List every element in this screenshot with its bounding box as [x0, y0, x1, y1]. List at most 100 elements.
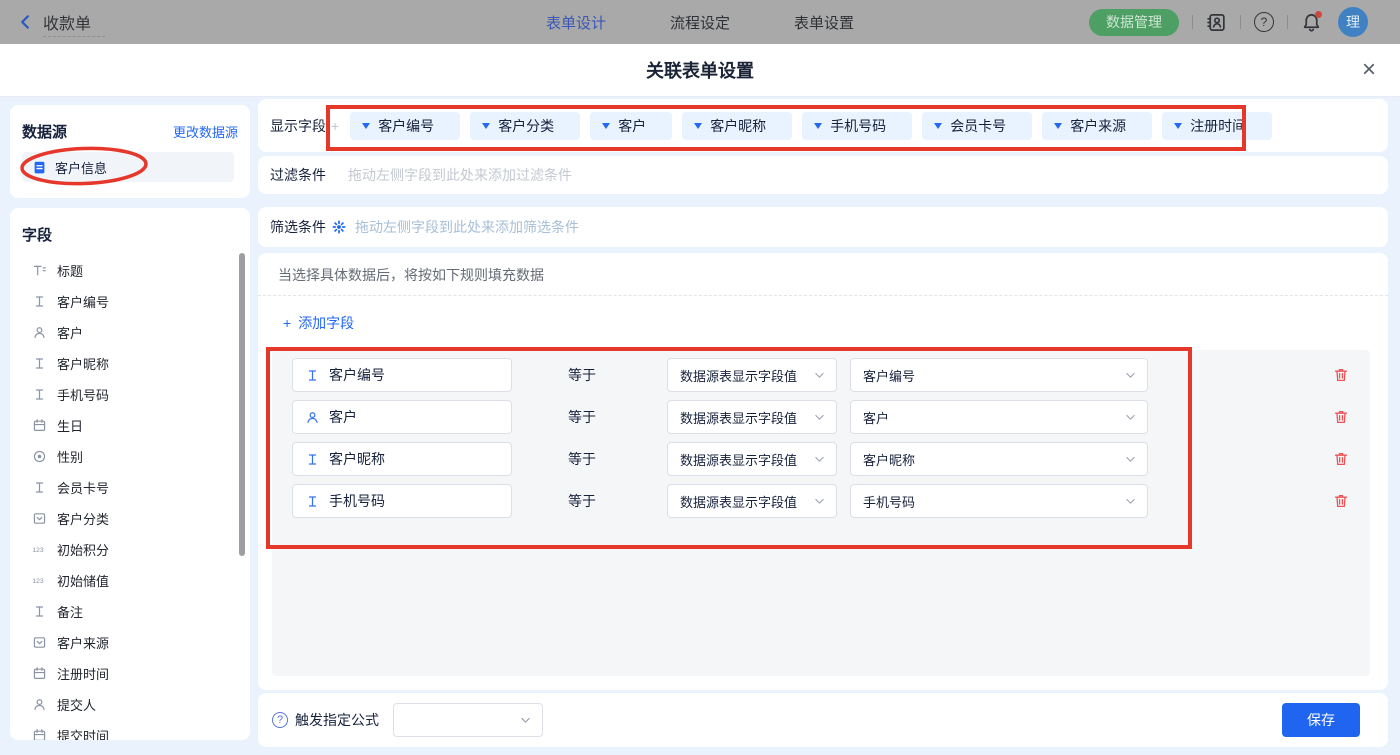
tag-label: 客户来源	[1070, 116, 1126, 136]
chevron-down-icon	[813, 411, 826, 424]
text-icon	[305, 368, 320, 383]
fields-section-title: 字段	[22, 224, 250, 245]
field-item[interactable]: 性别	[10, 441, 250, 472]
value-select[interactable]: 客户	[850, 400, 1148, 434]
field-item[interactable]: 注册时间	[10, 658, 250, 689]
rule-row: 客户编号等于数据源表显示字段值客户编号	[292, 358, 1370, 392]
rule-field-box[interactable]: 客户	[292, 400, 512, 434]
formula-help-icon[interactable]: ?	[272, 712, 288, 728]
source-select[interactable]: 数据源表显示字段值	[667, 358, 837, 392]
field-item[interactable]: 123初始积分	[10, 534, 250, 565]
chevron-down-icon	[1124, 453, 1137, 466]
bell-icon[interactable]	[1301, 12, 1322, 33]
trash-icon[interactable]	[1333, 367, 1349, 383]
rule-field-label: 客户昵称	[329, 449, 385, 469]
rule-rows: 客户编号等于数据源表显示字段值客户编号客户等于数据源表显示字段值客户客户昵称等于…	[272, 358, 1370, 518]
add-field-button[interactable]: + 添加字段	[283, 313, 354, 333]
chevron-down-icon	[1124, 495, 1137, 508]
rule-field-box[interactable]: 客户编号	[292, 358, 512, 392]
value-select[interactable]: 客户昵称	[850, 442, 1148, 476]
svg-text:123: 123	[32, 547, 44, 554]
field-item[interactable]: 会员卡号	[10, 472, 250, 503]
display-field-tag[interactable]: 客户分类	[470, 112, 580, 140]
source-select[interactable]: 数据源表显示字段值	[667, 400, 837, 434]
field-item[interactable]: 123初始储值	[10, 565, 250, 596]
gear-icon[interactable]	[332, 220, 346, 234]
field-item[interactable]: 手机号码	[10, 379, 250, 410]
address-book-icon[interactable]	[1206, 12, 1227, 33]
source-select-value: 数据源表显示字段值	[680, 366, 797, 385]
rule-field-box[interactable]: 手机号码	[292, 484, 512, 518]
field-item[interactable]: 客户编号	[10, 286, 250, 317]
modal-header: 关联表单设置 ×	[0, 44, 1400, 97]
chevron-down-icon	[813, 495, 826, 508]
formula-select[interactable]	[393, 703, 543, 737]
trash-icon[interactable]	[1333, 493, 1349, 509]
value-select-value: 客户编号	[863, 366, 915, 385]
text-icon	[32, 480, 47, 495]
field-item[interactable]: 生日	[10, 410, 250, 441]
field-item-label: 注册时间	[57, 664, 109, 683]
data-manage-button[interactable]: 数据管理	[1089, 9, 1179, 36]
form-title: 收款单	[43, 10, 91, 34]
field-item[interactable]: 客户昵称	[10, 348, 250, 379]
value-select-value: 客户	[863, 408, 889, 427]
trash-icon[interactable]	[1333, 451, 1349, 467]
number-icon: 123	[32, 542, 47, 557]
tab-form-settings[interactable]: 表单设置	[794, 12, 854, 33]
trash-icon[interactable]	[1333, 409, 1349, 425]
filter-condition-row: 过滤条件 拖动左侧字段到此处来添加过滤条件	[258, 156, 1388, 194]
datasource-card: 数据源 更改数据源 客户信息	[10, 105, 250, 198]
triangle-down-icon	[694, 123, 702, 129]
display-field-tag[interactable]: 客户编号	[350, 112, 460, 140]
triangle-down-icon	[362, 123, 370, 129]
display-field-tag[interactable]: 手机号码	[802, 112, 912, 140]
display-field-tag[interactable]: 会员卡号	[922, 112, 1032, 140]
scrollbar-thumb[interactable]	[239, 253, 245, 556]
operator-label: 等于	[568, 449, 596, 469]
field-item[interactable]: 标题	[10, 255, 250, 286]
back-icon[interactable]	[16, 13, 34, 31]
field-item[interactable]: 客户来源	[10, 627, 250, 658]
source-select[interactable]: 数据源表显示字段值	[667, 442, 837, 476]
save-button[interactable]: 保存	[1282, 703, 1360, 737]
value-select[interactable]: 客户编号	[850, 358, 1148, 392]
operator-label: 等于	[568, 407, 596, 427]
source-select[interactable]: 数据源表显示字段值	[667, 484, 837, 518]
tab-form-design[interactable]: 表单设计	[546, 12, 606, 33]
field-item[interactable]: 备注	[10, 596, 250, 627]
change-datasource-link[interactable]: 更改数据源	[173, 122, 238, 141]
display-field-tag[interactable]: 注册时间	[1162, 112, 1272, 140]
text-icon	[32, 387, 47, 402]
title-icon	[32, 263, 47, 278]
calendar-icon	[32, 666, 47, 681]
source-select-value: 数据源表显示字段值	[680, 408, 797, 427]
selected-datasource-item[interactable]: 客户信息	[22, 152, 234, 182]
display-field-tag[interactable]: 客户	[590, 112, 672, 140]
related-form-settings-page: 收款单 表单设计 流程设定 表单设置 数据管理 ?	[0, 0, 1400, 755]
value-select-value: 手机号码	[863, 492, 915, 511]
tag-label: 会员卡号	[950, 116, 1006, 136]
field-list: 标题客户编号客户客户昵称手机号码生日性别会员卡号客户分类123初始积分123初始…	[10, 255, 250, 740]
value-select[interactable]: 手机号码	[850, 484, 1148, 518]
avatar[interactable]: 理	[1338, 7, 1368, 37]
datasource-section-title: 数据源	[22, 121, 67, 142]
field-item[interactable]: 客户	[10, 317, 250, 348]
add-display-field-icon[interactable]: +	[331, 118, 339, 134]
display-field-tag[interactable]: 客户昵称	[682, 112, 792, 140]
person-icon	[32, 697, 47, 712]
tab-workflow-settings[interactable]: 流程设定	[670, 12, 730, 33]
field-item[interactable]: 提交时间	[10, 720, 250, 740]
sift-dropzone[interactable]: 拖动左侧字段到此处来添加筛选条件	[355, 217, 579, 237]
filter-dropzone[interactable]: 拖动左侧字段到此处来添加过滤条件	[348, 165, 572, 185]
field-item[interactable]: 客户分类	[10, 503, 250, 534]
operator-label: 等于	[568, 491, 596, 511]
display-field-tag[interactable]: 客户来源	[1042, 112, 1152, 140]
help-icon[interactable]: ?	[1254, 12, 1274, 32]
close-icon[interactable]: ×	[1362, 58, 1376, 82]
rule-row: 手机号码 等于 数据源表显示字段值 手机号码	[292, 484, 1370, 518]
rule-field-box[interactable]: 客户昵称	[292, 442, 512, 476]
tag-label: 手机号码	[830, 116, 886, 136]
text-icon	[32, 604, 47, 619]
field-item[interactable]: 提交人	[10, 689, 250, 720]
